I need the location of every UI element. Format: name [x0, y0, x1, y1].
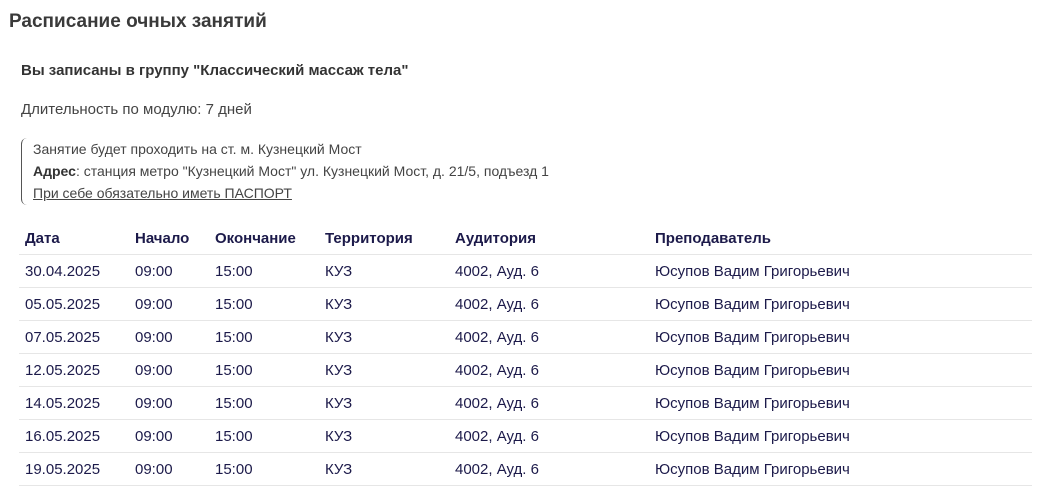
cell-date: 07.05.2025	[19, 320, 129, 354]
cell-teacher: Юсупов Вадим Григорьевич	[649, 419, 1032, 453]
cell-date: 05.05.2025	[19, 287, 129, 321]
table-row: 30.04.2025 09:00 15:00 КУЗ 4002, Ауд. 6 …	[19, 254, 1032, 288]
cell-end: 15:00	[209, 386, 319, 420]
header-end: Окончание	[209, 222, 319, 255]
header-date: Дата	[19, 222, 129, 255]
cell-territory: КУЗ	[319, 452, 449, 486]
cell-start: 09:00	[129, 287, 209, 321]
header-teacher: Преподаватель	[649, 222, 1032, 255]
cell-start: 09:00	[129, 320, 209, 354]
address-line: Адрес: станция метро "Кузнецкий Мост" ул…	[33, 161, 549, 181]
cell-teacher: Юсупов Вадим Григорьевич	[649, 287, 1032, 321]
cell-room: 4002, Ауд. 6	[449, 287, 649, 321]
cell-teacher: Юсупов Вадим Григорьевич	[649, 320, 1032, 354]
cell-territory: КУЗ	[319, 254, 449, 288]
module-duration-text: Длительность по модулю: 7 дней	[21, 101, 252, 118]
cell-end: 15:00	[209, 419, 319, 453]
cell-start: 09:00	[129, 452, 209, 486]
cell-room: 4002, Ауд. 6	[449, 386, 649, 420]
cell-date: 16.05.2025	[19, 419, 129, 453]
cell-territory: КУЗ	[319, 386, 449, 420]
cell-territory: КУЗ	[319, 320, 449, 354]
cell-start: 09:00	[129, 386, 209, 420]
cell-room: 4002, Ауд. 6	[449, 419, 649, 453]
schedule-table: Дата Начало Окончание Территория Аудитор…	[19, 222, 1032, 486]
cell-teacher: Юсупов Вадим Григорьевич	[649, 353, 1032, 387]
location-notice: Занятие будет проходить на ст. м. Кузнец…	[21, 138, 721, 205]
header-start: Начало	[129, 222, 209, 255]
cell-end: 15:00	[209, 287, 319, 321]
table-header-row: Дата Начало Окончание Территория Аудитор…	[19, 222, 1032, 255]
page-title: Расписание очных занятий	[9, 11, 267, 32]
cell-start: 09:00	[129, 419, 209, 453]
cell-date: 19.05.2025	[19, 452, 129, 486]
cell-territory: КУЗ	[319, 353, 449, 387]
table-row: 07.05.2025 09:00 15:00 КУЗ 4002, Ауд. 6 …	[19, 320, 1032, 354]
cell-start: 09:00	[129, 353, 209, 387]
cell-teacher: Юсупов Вадим Григорьевич	[649, 254, 1032, 288]
table-row: 19.05.2025 09:00 15:00 КУЗ 4002, Ауд. 6 …	[19, 452, 1032, 486]
cell-room: 4002, Ауд. 6	[449, 320, 649, 354]
cell-room: 4002, Ауд. 6	[449, 353, 649, 387]
table-row: 12.05.2025 09:00 15:00 КУЗ 4002, Ауд. 6 …	[19, 353, 1032, 387]
cell-date: 30.04.2025	[19, 254, 129, 288]
cell-teacher: Юсупов Вадим Григорьевич	[649, 386, 1032, 420]
cell-end: 15:00	[209, 320, 319, 354]
address-label: Адрес	[33, 163, 76, 179]
cell-date: 14.05.2025	[19, 386, 129, 420]
table-row: 05.05.2025 09:00 15:00 КУЗ 4002, Ауд. 6 …	[19, 287, 1032, 321]
cell-start: 09:00	[129, 254, 209, 288]
cell-end: 15:00	[209, 452, 319, 486]
header-territory: Территория	[319, 222, 449, 255]
cell-room: 4002, Ауд. 6	[449, 452, 649, 486]
group-enrollment-text: Вы записаны в группу "Классический масса…	[21, 62, 409, 79]
address-value: : станция метро "Кузнецкий Мост" ул. Куз…	[75, 163, 549, 179]
cell-end: 15:00	[209, 353, 319, 387]
cell-territory: КУЗ	[319, 287, 449, 321]
cell-room: 4002, Ауд. 6	[449, 254, 649, 288]
cell-teacher: Юсупов Вадим Григорьевич	[649, 452, 1032, 486]
cell-end: 15:00	[209, 254, 319, 288]
cell-date: 12.05.2025	[19, 353, 129, 387]
table-row: 16.05.2025 09:00 15:00 КУЗ 4002, Ауд. 6 …	[19, 419, 1032, 453]
location-text: Занятие будет проходить на ст. м. Кузнец…	[33, 141, 362, 157]
cell-territory: КУЗ	[319, 419, 449, 453]
table-row: 14.05.2025 09:00 15:00 КУЗ 4002, Ауд. 6 …	[19, 386, 1032, 420]
passport-notice-line: При себе обязательно иметь ПАСПОРТ	[33, 183, 292, 203]
header-room: Аудитория	[449, 222, 649, 255]
passport-link[interactable]: При себе обязательно иметь ПАСПОРТ	[33, 185, 292, 201]
